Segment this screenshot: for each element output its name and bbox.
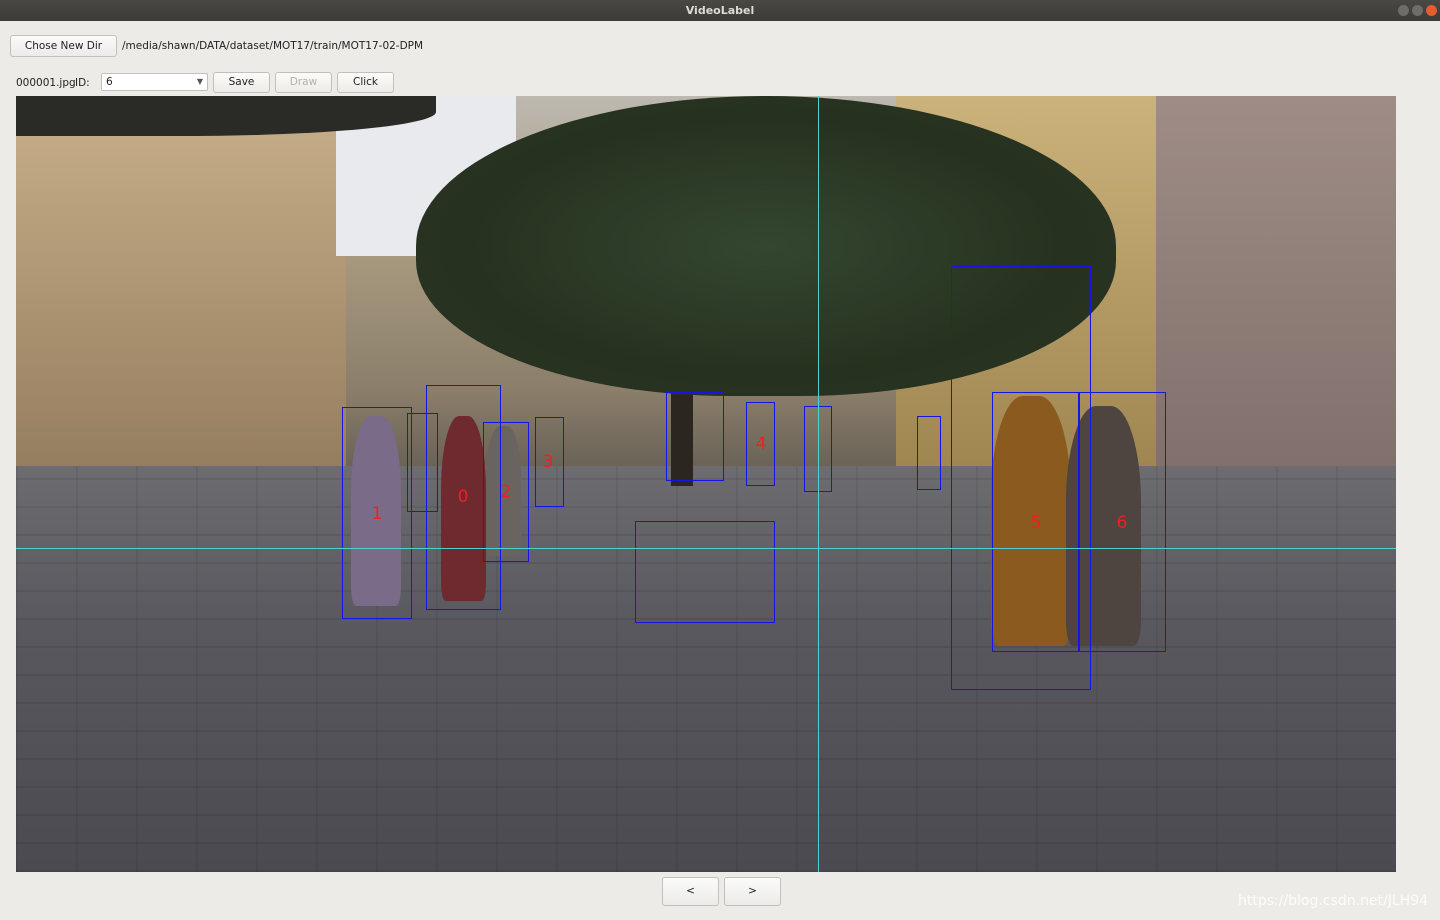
id-value: 6 — [106, 76, 113, 88]
filename-label: 000001.jpg — [16, 77, 76, 89]
id-select[interactable]: 6 ▼ — [101, 73, 208, 91]
watermark: https://blog.csdn.net/JLH94 — [1238, 893, 1429, 909]
chose-new-dir-button[interactable]: Chose New Dir — [10, 35, 117, 57]
next-frame-button[interactable]: > — [724, 877, 781, 906]
dir-path: /media/shawn/DATA/dataset/MOT17/train/MO… — [122, 40, 424, 52]
maximize-icon[interactable] — [1412, 5, 1423, 16]
bbox-label: 4 — [755, 434, 767, 454]
bbox[interactable] — [917, 416, 941, 490]
chevron-down-icon: ▼ — [196, 77, 203, 86]
prev-frame-button[interactable]: < — [662, 877, 719, 906]
close-icon[interactable] — [1426, 5, 1437, 16]
id-label: ID: — [75, 77, 90, 89]
bbox[interactable] — [635, 521, 775, 623]
save-button[interactable]: Save — [213, 72, 270, 93]
crosshair-vertical — [818, 96, 819, 872]
video-frame-canvas[interactable]: 0 1 2 3 4 5 6 — [16, 96, 1396, 872]
click-button[interactable]: Click — [337, 72, 394, 93]
bbox-label: 3 — [542, 452, 554, 472]
bbox[interactable] — [666, 392, 724, 481]
bbox-label: 2 — [500, 482, 512, 502]
title-bar: VideoLabel — [0, 0, 1440, 21]
bbox-label: 6 — [1116, 513, 1128, 533]
window-title: VideoLabel — [685, 4, 755, 17]
draw-button[interactable]: Draw — [275, 72, 332, 93]
bbox-label: 5 — [1030, 513, 1042, 533]
bbox-label: 0 — [457, 487, 469, 507]
minimize-icon[interactable] — [1398, 5, 1409, 16]
bbox-label: 1 — [371, 504, 383, 524]
crosshair-horizontal — [16, 548, 1396, 549]
